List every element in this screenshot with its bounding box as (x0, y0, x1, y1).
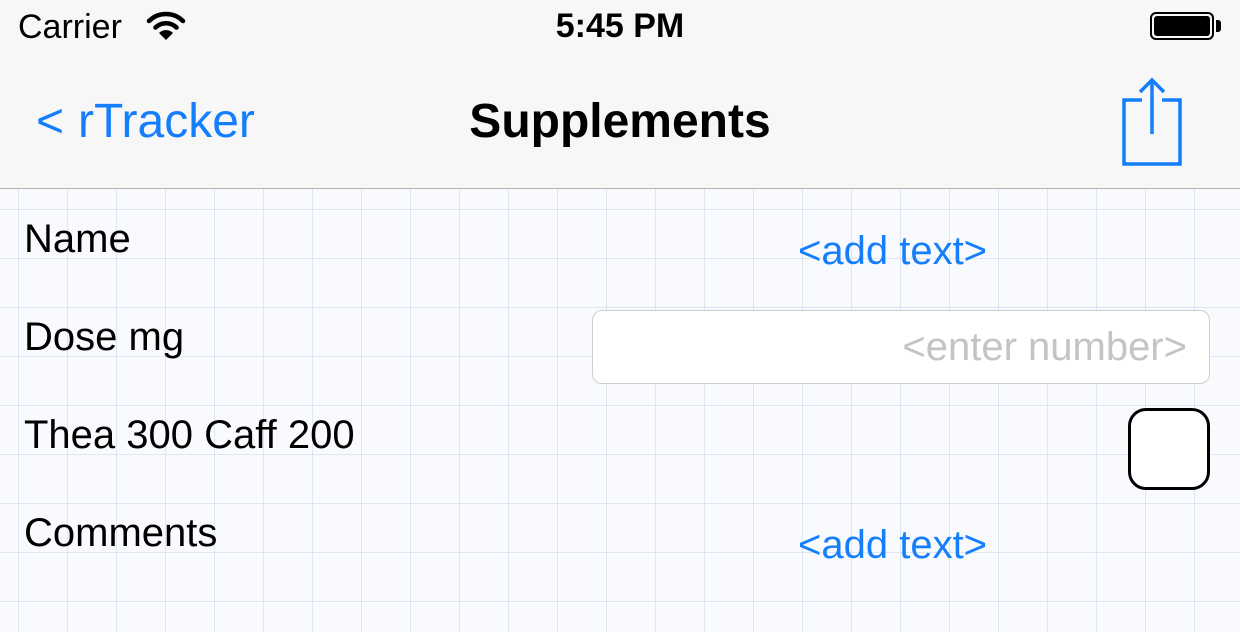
page-title: Supplements (469, 95, 771, 148)
battery-tip (1216, 20, 1221, 32)
navigation-bar: < rTracker Supplements (0, 56, 1240, 189)
comments-add-text-button[interactable]: <add text> (798, 523, 987, 568)
thea-caff-checkbox[interactable] (1128, 408, 1210, 490)
thea-caff-label: Thea 300 Caff 200 (24, 413, 355, 457)
name-label: Name (24, 217, 131, 261)
name-add-text-button[interactable]: <add text> (798, 229, 987, 274)
comments-label: Comments (24, 511, 218, 555)
status-bar: Carrier 5:45 PM (0, 0, 1240, 56)
entry-form: Name <add text> Dose mg Thea 300 Caff 20… (0, 189, 1240, 632)
status-time: 5:45 PM (555, 7, 685, 45)
battery-icon (1150, 12, 1214, 40)
battery-level (1154, 16, 1210, 36)
dose-mg-label: Dose mg (24, 315, 185, 359)
share-icon[interactable] (1116, 76, 1188, 166)
dose-mg-input[interactable] (592, 310, 1210, 384)
app-screen: Carrier 5:45 PM < rTracker Supplements Na… (0, 0, 1240, 632)
